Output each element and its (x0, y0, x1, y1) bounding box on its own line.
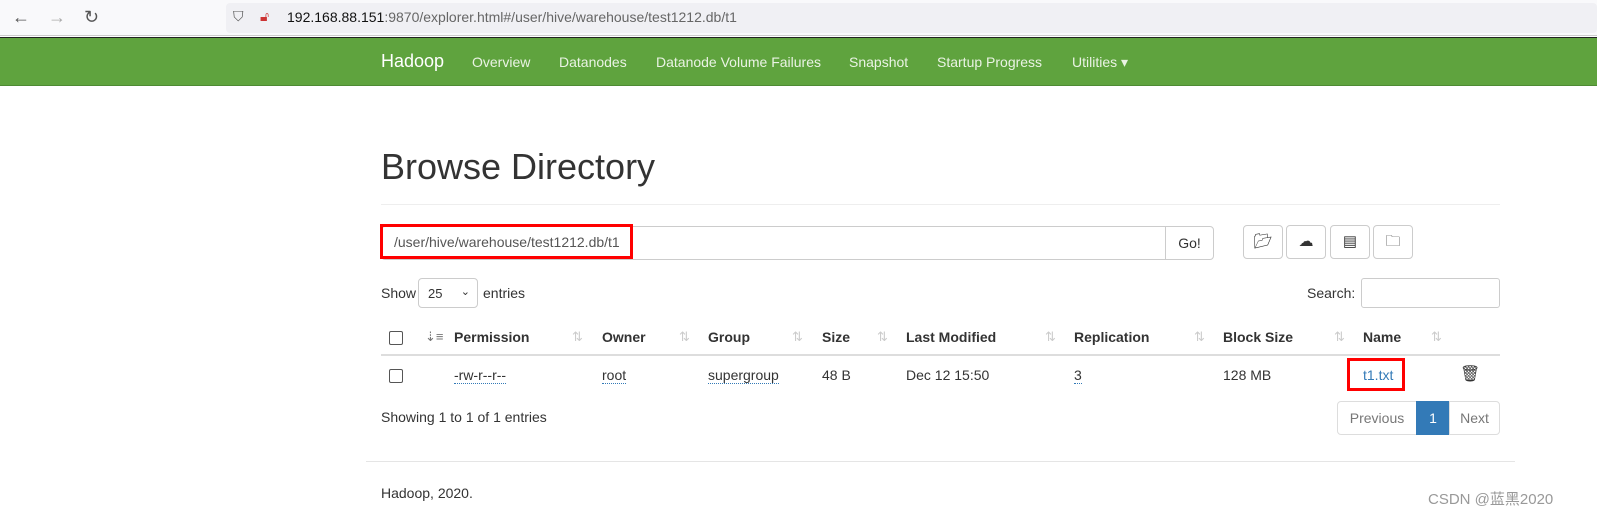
divider (381, 204, 1500, 205)
nav-overview[interactable]: Overview (472, 54, 530, 70)
entries-select[interactable]: 25 ⌄ (418, 278, 478, 308)
nav-volume-failures[interactable]: Datanode Volume Failures (656, 54, 821, 70)
table-info: Showing 1 to 1 of 1 entries (381, 409, 547, 425)
folder-open-icon[interactable]: 📂︎ (1243, 225, 1283, 259)
cell-permission[interactable]: -rw-r--r-- (454, 367, 507, 384)
col-permission[interactable]: Permission (454, 329, 529, 345)
sort-icon[interactable]: ⇣≡ (425, 329, 443, 345)
footer-text: Hadoop, 2020. (381, 485, 473, 501)
sort-icon[interactable]: ⇅ (679, 329, 690, 345)
header-divider (381, 354, 1500, 356)
sort-icon[interactable]: ⇅ (572, 329, 583, 345)
highlight-box (1347, 358, 1405, 391)
go-button[interactable]: Go! (1165, 226, 1214, 260)
cell-block-size: 128 MB (1223, 367, 1272, 383)
reload-icon[interactable]: ↻ (84, 7, 99, 28)
shield-icon: ⛉ (233, 8, 244, 24)
show-label: Show (381, 285, 417, 301)
sort-icon[interactable]: ⇅ (1045, 329, 1056, 345)
cell-size: 48 B (822, 367, 851, 383)
sort-icon[interactable]: ⇅ (1334, 329, 1345, 345)
cell-modified: Dec 12 15:50 (906, 367, 990, 383)
nav-snapshot[interactable]: Snapshot (849, 54, 908, 70)
next-button[interactable]: Next (1449, 401, 1500, 435)
col-group[interactable]: Group (708, 329, 750, 345)
col-block-size[interactable]: Block Size (1223, 329, 1293, 345)
folder-plus-icon[interactable]: 🗀︎ (1373, 225, 1413, 259)
watermark: CSDN @蓝黑2020 (1428, 491, 1554, 508)
col-name[interactable]: Name (1363, 329, 1401, 345)
sort-icon[interactable]: ⇅ (877, 329, 888, 345)
col-last-modified[interactable]: Last Modified (906, 329, 996, 345)
footer-divider (366, 461, 1515, 462)
select-all-checkbox[interactable] (389, 331, 403, 345)
previous-button[interactable]: Previous (1337, 401, 1417, 435)
nav-datanodes[interactable]: Datanodes (559, 54, 627, 70)
cell-group[interactable]: supergroup (708, 367, 779, 384)
sort-icon[interactable]: ⇅ (1431, 329, 1442, 345)
nav-startup-progress[interactable]: Startup Progress (937, 54, 1042, 70)
search-input[interactable] (1361, 278, 1500, 308)
list-alt-icon[interactable]: ▤ (1330, 225, 1370, 259)
entries-label: entries (483, 285, 526, 301)
cell-replication[interactable]: 3 (1074, 367, 1082, 384)
trash-icon[interactable]: 🗑︎ (1460, 364, 1480, 384)
col-owner[interactable]: Owner (602, 329, 646, 345)
nav-utilities[interactable]: Utilities ▾ (1072, 54, 1128, 71)
highlight-box (380, 224, 633, 259)
sort-icon[interactable]: ⇅ (1194, 329, 1205, 345)
chevron-down-icon: ⌄ (460, 286, 470, 298)
row-checkbox[interactable] (389, 369, 403, 383)
search-label: Search: (1307, 285, 1356, 301)
nav-brand[interactable]: Hadoop (381, 51, 444, 72)
sort-icon[interactable]: ⇅ (792, 329, 803, 345)
forward-icon[interactable]: → (48, 7, 66, 28)
insecure-lock-icon: 🔓︎ (260, 8, 270, 24)
cell-owner[interactable]: root (602, 367, 627, 384)
page-1-button[interactable]: 1 (1416, 401, 1450, 435)
url-text[interactable]: 192.168.88.151:9870/explorer.html#/user/… (287, 9, 737, 25)
col-replication[interactable]: Replication (1074, 329, 1149, 345)
back-icon[interactable]: ← (12, 7, 30, 28)
col-size[interactable]: Size (822, 329, 850, 345)
cloud-upload-icon[interactable]: ☁︎ (1286, 225, 1326, 259)
page-title: Browse Directory (381, 146, 656, 187)
navbar: Hadoop Overview Datanodes Datanode Volum… (0, 37, 1597, 86)
